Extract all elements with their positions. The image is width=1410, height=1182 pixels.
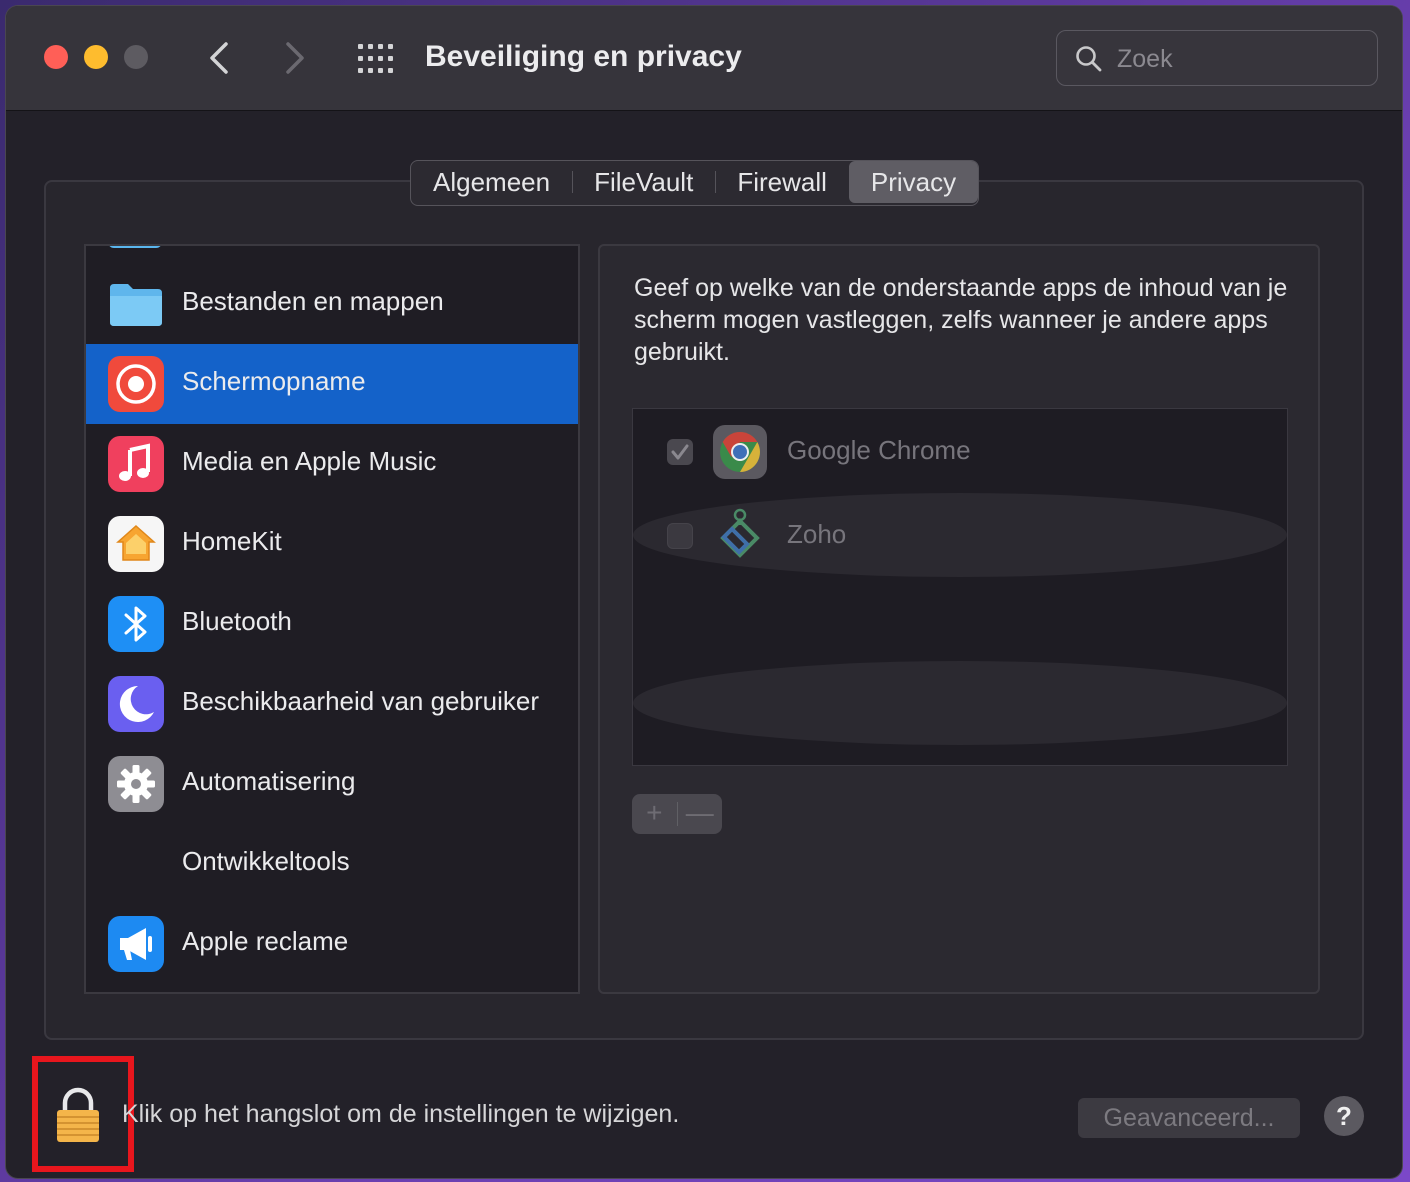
home-icon [108, 516, 164, 572]
remove-app-button[interactable]: — [678, 794, 723, 834]
sidebar-item-homekit[interactable]: HomeKit [86, 504, 578, 584]
grid-icon [358, 44, 393, 73]
empty-row [633, 577, 1287, 661]
show-all-button[interactable] [356, 42, 396, 76]
app-list[interactable]: Google Chrome Zoho [632, 408, 1288, 766]
tab-privacy[interactable]: Privacy [848, 161, 979, 203]
sidebar-item-developer-tools[interactable]: Ontwikkeltools [86, 824, 578, 904]
sidebar-item-apple-advertising[interactable]: Apple reclame [86, 904, 578, 984]
app-checkbox-unchecked[interactable] [667, 523, 693, 549]
advanced-button[interactable]: Geavanceerd... [1078, 1098, 1300, 1138]
lock-instruction-text: Klik op het hangslot om de instellingen … [122, 1100, 680, 1128]
title-bar: Beveiliging en privacy [6, 6, 1402, 111]
app-row-google-chrome[interactable]: Google Chrome [633, 409, 1287, 493]
zoom-window-button[interactable] [124, 45, 148, 69]
sidebar-item-label: Schermopname [182, 366, 366, 396]
chevron-left-icon [210, 42, 228, 74]
partially-hidden-icon [108, 246, 162, 248]
search-icon [1076, 46, 1102, 72]
music-note-icon [108, 436, 164, 492]
sidebar-item-label: Bluetooth [182, 606, 292, 636]
privacy-category-list[interactable]: Bestanden en mappen Schermopname Media e… [84, 244, 580, 994]
screen-recording-icon [108, 356, 164, 412]
sidebar-item-label: HomeKit [182, 526, 282, 556]
tab-filevault[interactable]: FileVault [572, 161, 715, 203]
checkmark-icon [671, 444, 689, 460]
sidebar-item-label: Bestanden en mappen [182, 286, 444, 316]
gear-icon [108, 756, 164, 812]
app-name: Google Chrome [787, 435, 971, 465]
search-input[interactable] [1115, 41, 1359, 77]
sidebar-item-screen-recording[interactable]: Schermopname [86, 344, 578, 424]
add-remove-control: + — [632, 794, 722, 834]
description-text: Geef op welke van de onderstaande apps d… [634, 274, 1288, 366]
sidebar-item-label: Media en Apple Music [182, 446, 437, 476]
add-app-button[interactable]: + [632, 794, 677, 834]
app-checkbox-checked[interactable] [667, 439, 693, 465]
sidebar-item-user-availability[interactable]: Beschikbaarheid van gebruiker [86, 664, 578, 744]
search-field[interactable] [1056, 30, 1378, 86]
sidebar-item-label: Apple reclame [182, 926, 349, 956]
folder-icon [108, 276, 164, 332]
tab-algemeen[interactable]: Algemeen [411, 161, 572, 203]
close-window-button[interactable] [44, 45, 68, 69]
megaphone-icon [108, 916, 164, 972]
tab-firewall[interactable]: Firewall [715, 161, 849, 203]
bluetooth-icon [108, 596, 164, 652]
help-button[interactable]: ? [1324, 1096, 1364, 1136]
back-button[interactable] [200, 36, 240, 80]
lock-highlight-frame [32, 1056, 134, 1172]
tab-bar: Algemeen FileVault Firewall Privacy [410, 160, 980, 206]
sidebar-item-label: Beschikbaarheid van gebruiker [182, 686, 539, 716]
zoho-icon [711, 507, 769, 565]
sidebar-item-media-music[interactable]: Media en Apple Music [86, 424, 578, 504]
detail-pane: Geef op welke van de onderstaande apps d… [598, 244, 1320, 994]
chevron-right-icon [286, 42, 304, 74]
chrome-icon [711, 423, 769, 481]
app-row-zoho[interactable]: Zoho [633, 493, 1287, 577]
sidebar-item-label: Ontwikkeltools [182, 846, 350, 876]
sidebar-item-label: Automatisering [182, 766, 356, 796]
sidebar-item-bluetooth[interactable]: Bluetooth [86, 584, 578, 664]
sidebar-item-automation[interactable]: Automatisering [86, 744, 578, 824]
forward-button[interactable] [274, 36, 314, 80]
sidebar-item-files-folders[interactable]: Bestanden en mappen [86, 264, 578, 344]
empty-row [633, 661, 1287, 745]
window-title: Beveiliging en privacy [425, 40, 742, 73]
moon-icon [108, 676, 164, 732]
preferences-window: Beveiliging en privacy Algemeen FileVaul… [6, 6, 1402, 1178]
minimize-window-button[interactable] [84, 45, 108, 69]
app-name: Zoho [787, 519, 847, 549]
